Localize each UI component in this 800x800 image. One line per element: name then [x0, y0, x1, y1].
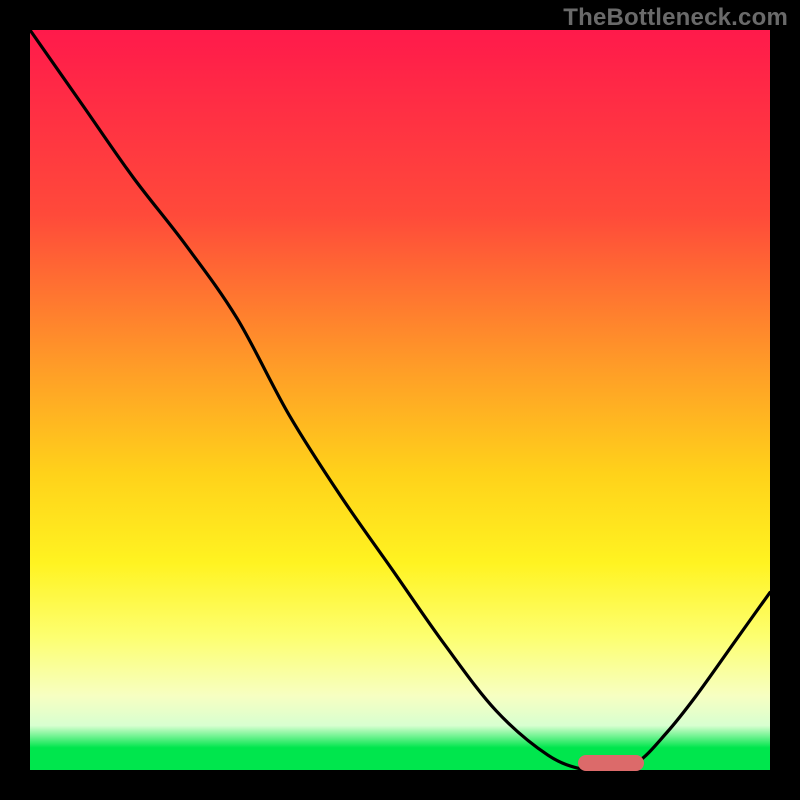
chart-frame: TheBottleneck.com	[0, 0, 800, 800]
curve-path	[30, 30, 770, 771]
watermark-text: TheBottleneck.com	[563, 4, 788, 32]
optimum-marker	[578, 755, 645, 771]
plot-area	[30, 30, 770, 770]
bottleneck-curve	[30, 30, 770, 770]
